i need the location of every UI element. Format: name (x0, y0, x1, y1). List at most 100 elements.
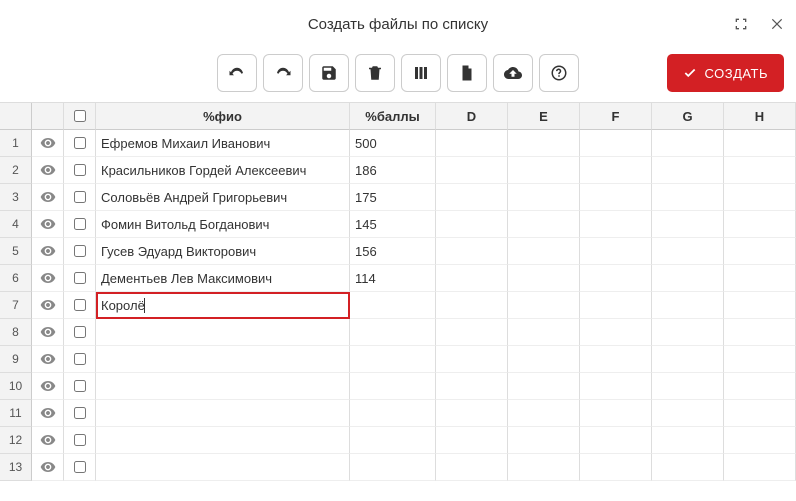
row-number[interactable]: 13 (0, 454, 32, 481)
cell-e[interactable] (508, 157, 580, 184)
cell-e[interactable] (508, 238, 580, 265)
save-button[interactable] (309, 54, 349, 92)
cell-f[interactable] (580, 238, 652, 265)
cell-d[interactable] (436, 400, 508, 427)
redo-button[interactable] (263, 54, 303, 92)
eye-icon[interactable] (32, 238, 64, 265)
cell-d[interactable] (436, 157, 508, 184)
cell-name[interactable]: Ефремов Михаил Иванович (96, 130, 350, 157)
cell-d[interactable] (436, 265, 508, 292)
fullscreen-icon[interactable] (732, 15, 750, 33)
cell-f[interactable] (580, 265, 652, 292)
row-number[interactable]: 4 (0, 211, 32, 238)
cell-f[interactable] (580, 400, 652, 427)
col-header-h[interactable]: H (724, 103, 796, 130)
eye-icon[interactable] (32, 292, 64, 319)
cell-e[interactable] (508, 292, 580, 319)
row-checkbox[interactable] (64, 157, 96, 184)
cell-name[interactable] (96, 373, 350, 400)
cell-d[interactable] (436, 211, 508, 238)
cell-f[interactable] (580, 184, 652, 211)
cell-g[interactable] (652, 400, 724, 427)
cell-g[interactable] (652, 157, 724, 184)
eye-icon[interactable] (32, 157, 64, 184)
eye-icon[interactable] (32, 400, 64, 427)
cell-name[interactable] (96, 454, 350, 481)
cell-name[interactable] (96, 427, 350, 454)
cell-e[interactable] (508, 373, 580, 400)
cell-g[interactable] (652, 184, 724, 211)
cell-e[interactable] (508, 211, 580, 238)
cell-score[interactable] (350, 427, 436, 454)
row-number[interactable]: 11 (0, 400, 32, 427)
create-button[interactable]: СОЗДАТЬ (667, 54, 785, 92)
cell-score[interactable]: 114 (350, 265, 436, 292)
file-button[interactable] (447, 54, 487, 92)
cell-d[interactable] (436, 238, 508, 265)
cell-h[interactable] (724, 346, 796, 373)
eye-icon[interactable] (32, 346, 64, 373)
eye-icon[interactable] (32, 211, 64, 238)
row-checkbox[interactable] (64, 400, 96, 427)
cell-d[interactable] (436, 319, 508, 346)
row-number[interactable]: 6 (0, 265, 32, 292)
columns-button[interactable] (401, 54, 441, 92)
eye-icon[interactable] (32, 319, 64, 346)
cell-h[interactable] (724, 319, 796, 346)
row-number[interactable]: 2 (0, 157, 32, 184)
row-checkbox[interactable] (64, 346, 96, 373)
cell-h[interactable] (724, 265, 796, 292)
cell-h[interactable] (724, 400, 796, 427)
cell-name[interactable] (96, 400, 350, 427)
close-icon[interactable] (768, 15, 786, 33)
cell-f[interactable] (580, 130, 652, 157)
col-header-f[interactable]: F (580, 103, 652, 130)
cell-d[interactable] (436, 292, 508, 319)
cell-f[interactable] (580, 292, 652, 319)
eye-icon[interactable] (32, 454, 64, 481)
cell-e[interactable] (508, 319, 580, 346)
cell-d[interactable] (436, 373, 508, 400)
row-checkbox[interactable] (64, 184, 96, 211)
cell-score[interactable]: 500 (350, 130, 436, 157)
eye-icon[interactable] (32, 184, 64, 211)
row-number[interactable]: 1 (0, 130, 32, 157)
row-number[interactable]: 10 (0, 373, 32, 400)
cell-name[interactable]: Королё (96, 292, 350, 319)
col-header-d[interactable]: D (436, 103, 508, 130)
row-number[interactable]: 5 (0, 238, 32, 265)
row-checkbox[interactable] (64, 238, 96, 265)
cell-g[interactable] (652, 454, 724, 481)
cell-name[interactable]: Фомин Витольд Богданович (96, 211, 350, 238)
cell-h[interactable] (724, 292, 796, 319)
row-checkbox[interactable] (64, 130, 96, 157)
row-checkbox[interactable] (64, 427, 96, 454)
cell-h[interactable] (724, 157, 796, 184)
cell-f[interactable] (580, 157, 652, 184)
undo-button[interactable] (217, 54, 257, 92)
cell-g[interactable] (652, 319, 724, 346)
cell-e[interactable] (508, 265, 580, 292)
eye-icon[interactable] (32, 427, 64, 454)
cell-g[interactable] (652, 130, 724, 157)
cell-f[interactable] (580, 454, 652, 481)
cell-f[interactable] (580, 319, 652, 346)
row-number[interactable]: 7 (0, 292, 32, 319)
cell-g[interactable] (652, 265, 724, 292)
cell-f[interactable] (580, 373, 652, 400)
cell-name[interactable]: Соловьёв Андрей Григорьевич (96, 184, 350, 211)
cell-h[interactable] (724, 454, 796, 481)
cell-h[interactable] (724, 184, 796, 211)
row-number[interactable]: 9 (0, 346, 32, 373)
eye-icon[interactable] (32, 265, 64, 292)
cell-score[interactable] (350, 373, 436, 400)
cell-f[interactable] (580, 346, 652, 373)
cell-score[interactable]: 186 (350, 157, 436, 184)
cell-h[interactable] (724, 130, 796, 157)
cell-f[interactable] (580, 427, 652, 454)
eye-icon[interactable] (32, 373, 64, 400)
col-header-name[interactable]: %фио (96, 103, 350, 130)
cell-score[interactable] (350, 400, 436, 427)
row-checkbox[interactable] (64, 319, 96, 346)
cell-d[interactable] (436, 454, 508, 481)
